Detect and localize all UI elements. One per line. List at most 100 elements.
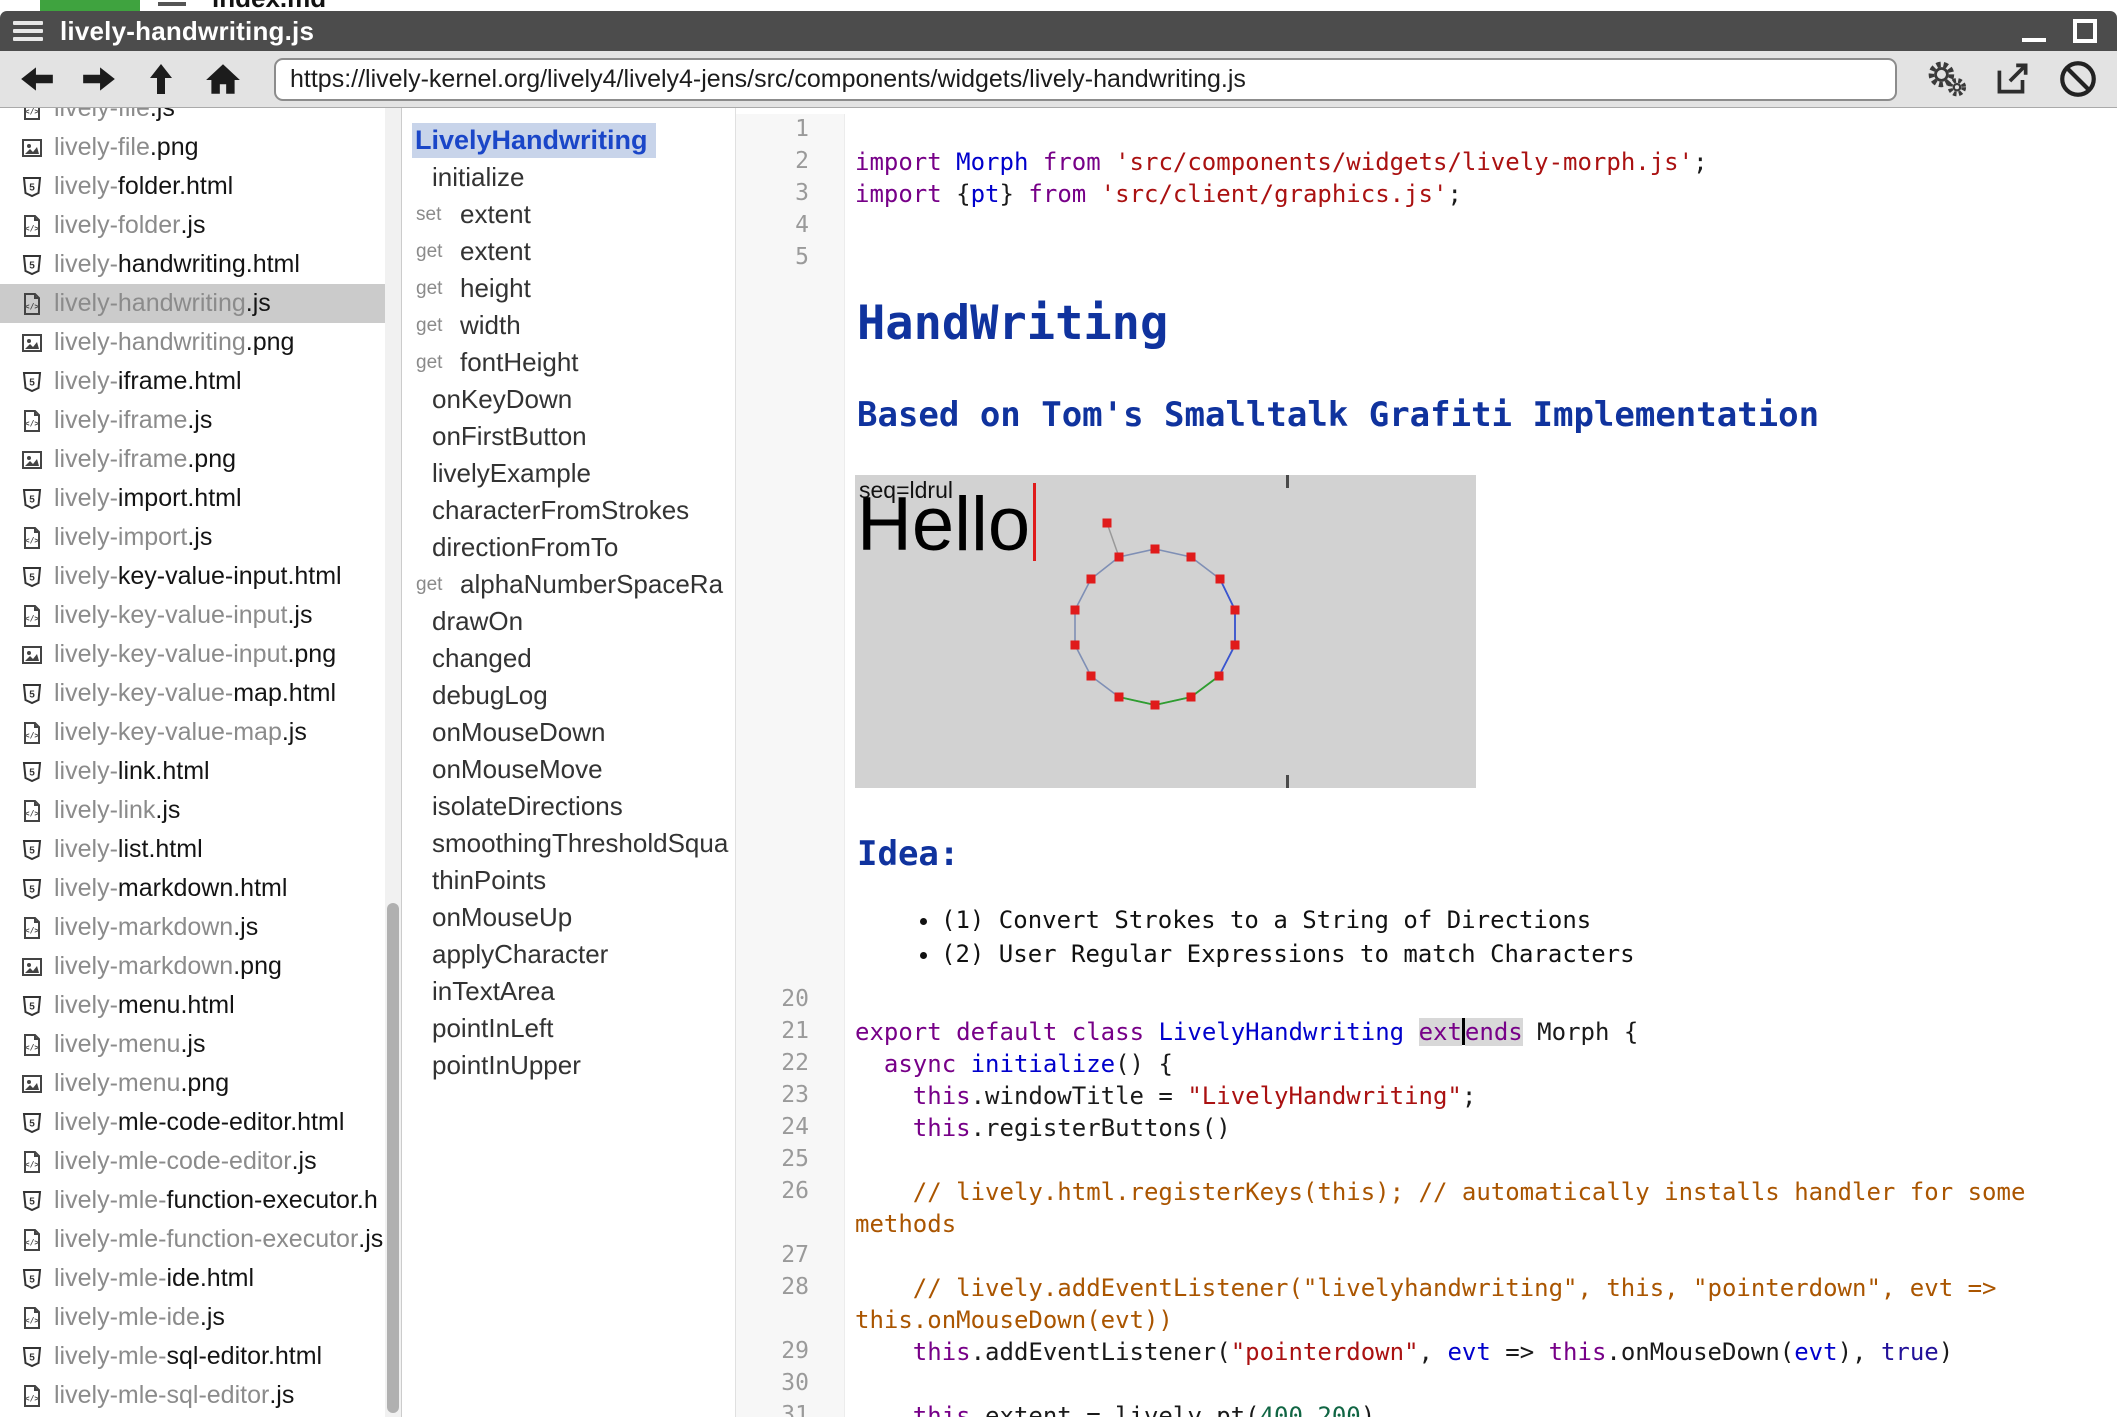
up-button[interactable]	[136, 56, 186, 102]
file-item[interactable]: lively-handwriting.png	[0, 323, 385, 362]
file-name: function-executor.h	[167, 1186, 378, 1215]
file-item[interactable]: 5lively-folder.html	[0, 167, 385, 206]
file-item[interactable]: </>lively-markdown.js	[0, 908, 385, 947]
outline-item[interactable]: pointInUpper	[402, 1047, 735, 1084]
outline-item-label: debugLog	[432, 680, 548, 711]
open-external-button[interactable]	[1985, 55, 2039, 103]
code-text[interactable]: import Morph from 'src/components/widget…	[845, 146, 2117, 178]
outline-item[interactable]: thinPoints	[402, 862, 735, 899]
file-item[interactable]: 5lively-menu.html	[0, 986, 385, 1025]
outline-item[interactable]: getalphaNumberSpaceRa	[402, 566, 735, 603]
file-name-prefix: lively-iframe	[54, 445, 187, 474]
image-file-icon	[20, 331, 44, 355]
file-item[interactable]: </>lively-mle-ide.js	[0, 1298, 385, 1337]
file-item[interactable]: </>lively-folder.js	[0, 206, 385, 245]
code-editor-pane[interactable]: 12import Morph from 'src/components/widg…	[736, 108, 2117, 1417]
outline-item[interactable]: onMouseMove	[402, 751, 735, 788]
file-item[interactable]: </>lively-handwriting.js	[0, 284, 385, 323]
code-text[interactable]: this.extent = lively.pt(400,200)	[845, 1400, 2117, 1417]
file-item[interactable]: 5lively-markdown.html	[0, 869, 385, 908]
file-item[interactable]: 5lively-iframe.html	[0, 362, 385, 401]
minimize-icon[interactable]	[2021, 18, 2047, 44]
outline-item[interactable]: smoothingThresholdSqua	[402, 825, 735, 862]
file-item[interactable]: </>lively-mle-function-executor.js	[0, 1220, 385, 1259]
code-text[interactable]: export default class LivelyHandwriting e…	[845, 1016, 2117, 1048]
file-item[interactable]: 5lively-mle-code-editor.html	[0, 1103, 385, 1142]
outline-item[interactable]: applyCharacter	[402, 936, 735, 973]
file-item[interactable]: lively-iframe.png	[0, 440, 385, 479]
file-list-scrollbar[interactable]	[385, 108, 401, 1417]
back-button[interactable]	[12, 56, 62, 102]
file-name-prefix: lively-menu	[54, 1030, 180, 1059]
file-item[interactable]: 5lively-handwriting.html	[0, 245, 385, 284]
outline-item[interactable]: directionFromTo	[402, 529, 735, 566]
file-item[interactable]: 5lively-mle-sql-editor.html	[0, 1337, 385, 1376]
file-name-prefix: lively-import	[54, 523, 187, 552]
file-item[interactable]: </>lively-file.js	[0, 108, 385, 128]
file-list-scrollbar-thumb[interactable]	[387, 903, 399, 1413]
outline-item[interactable]: setextent	[402, 196, 735, 233]
file-item[interactable]: </>lively-mle-sql-editor.js	[0, 1376, 385, 1415]
file-item[interactable]: </>lively-menu.js	[0, 1025, 385, 1064]
file-item[interactable]: lively-key-value-input.png	[0, 635, 385, 674]
outline-item[interactable]: getwidth	[402, 307, 735, 344]
image-file-icon	[20, 643, 44, 667]
block-button[interactable]	[2051, 55, 2105, 103]
code-text[interactable]	[845, 1240, 2117, 1272]
svg-text:5: 5	[29, 884, 35, 895]
code-text[interactable]	[845, 114, 2117, 146]
file-item[interactable]: 5lively-key-value-input.html	[0, 557, 385, 596]
outline-item[interactable]: getheight	[402, 270, 735, 307]
file-item[interactable]: lively-markdown.png	[0, 947, 385, 986]
code-text[interactable]: import {pt} from 'src/client/graphics.js…	[845, 178, 2117, 210]
maximize-icon[interactable]	[2073, 19, 2097, 43]
url-input[interactable]	[274, 58, 1897, 101]
code-text[interactable]: this.registerButtons()	[845, 1112, 2117, 1144]
outline-item[interactable]: debugLog	[402, 677, 735, 714]
file-item[interactable]: lively-file.png	[0, 128, 385, 167]
outline-item[interactable]: onFirstButton	[402, 418, 735, 455]
outline-item[interactable]: changed	[402, 640, 735, 677]
hamburger-menu-icon[interactable]	[13, 17, 43, 45]
outline-item[interactable]: getfontHeight	[402, 344, 735, 381]
outline-item[interactable]: livelyExample	[402, 455, 735, 492]
code-text[interactable]: this.windowTitle = "LivelyHandwriting";	[845, 1080, 2117, 1112]
code-text[interactable]	[845, 210, 2117, 242]
code-text[interactable]	[845, 1144, 2117, 1176]
outline-item[interactable]: onKeyDown	[402, 381, 735, 418]
code-text[interactable]: this.addEventListener("pointerdown", evt…	[845, 1336, 2117, 1368]
file-item[interactable]: </>lively-key-value-input.js	[0, 596, 385, 635]
code-text[interactable]	[845, 242, 2117, 274]
home-button[interactable]	[198, 56, 248, 102]
outline-item[interactable]: isolateDirections	[402, 788, 735, 825]
code-text[interactable]: async initialize() {	[845, 1048, 2117, 1080]
code-text[interactable]: // lively.html.registerKeys(this); // au…	[845, 1176, 2117, 1240]
file-item[interactable]: 5lively-key-value-map.html	[0, 674, 385, 713]
outline-item[interactable]: inTextArea	[402, 973, 735, 1010]
code-text[interactable]	[845, 1368, 2117, 1400]
forward-button[interactable]	[74, 56, 124, 102]
outline-item[interactable]: initialize	[402, 159, 735, 196]
file-item[interactable]: </>lively-key-value-map.js	[0, 713, 385, 752]
outline-item[interactable]: pointInLeft	[402, 1010, 735, 1047]
outline-item[interactable]: onMouseDown	[402, 714, 735, 751]
outline-item[interactable]: LivelyHandwriting	[402, 122, 735, 159]
file-item[interactable]: 5lively-mle-function-executor.h	[0, 1181, 385, 1220]
file-item[interactable]: </>lively-import.js	[0, 518, 385, 557]
outline-item[interactable]: getextent	[402, 233, 735, 270]
file-item[interactable]: </>lively-iframe.js	[0, 401, 385, 440]
file-item[interactable]: </>lively-link.js	[0, 791, 385, 830]
code-text[interactable]	[845, 984, 2117, 1016]
file-item[interactable]: lively-menu.png	[0, 1064, 385, 1103]
outline-item[interactable]: onMouseUp	[402, 899, 735, 936]
file-item[interactable]: </>lively-mle-code-editor.js	[0, 1142, 385, 1181]
outline-item[interactable]: characterFromStrokes	[402, 492, 735, 529]
code-text[interactable]: // lively.addEventListener("livelyhandwr…	[845, 1272, 2117, 1336]
file-item[interactable]: 5lively-import.html	[0, 479, 385, 518]
file-item[interactable]: 5lively-mle-ide.html	[0, 1259, 385, 1298]
file-item[interactable]: 5lively-list.html	[0, 830, 385, 869]
outline-item[interactable]: drawOn	[402, 603, 735, 640]
outline-item-label: LivelyHandwriting	[412, 123, 656, 158]
file-item[interactable]: 5lively-link.html	[0, 752, 385, 791]
settings-button[interactable]	[1919, 55, 1973, 103]
